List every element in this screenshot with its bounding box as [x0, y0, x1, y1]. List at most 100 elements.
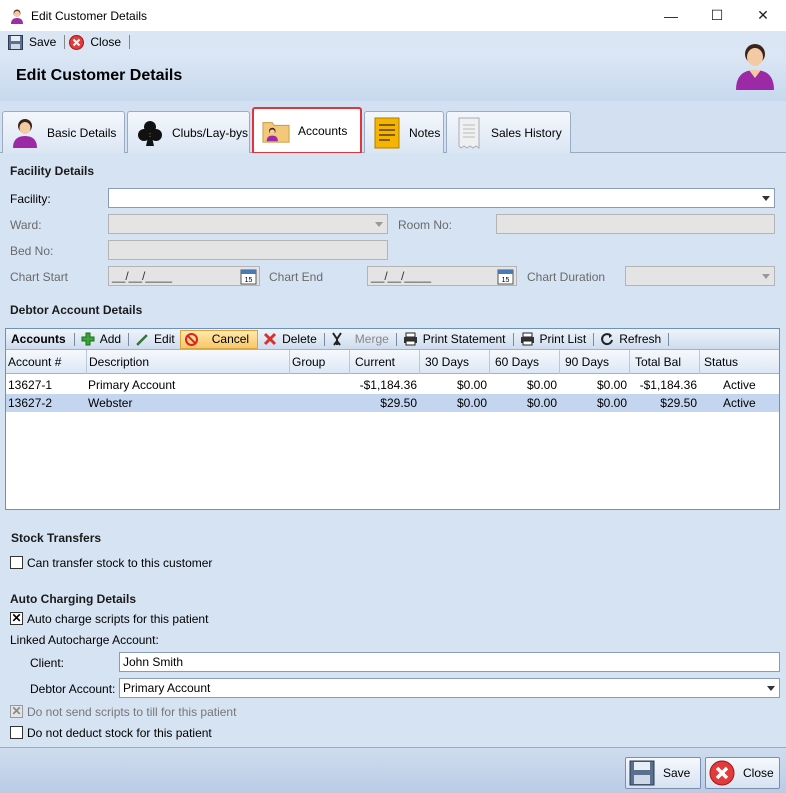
footer-close-button[interactable]: Close: [705, 757, 780, 789]
chart-end-date-field[interactable]: __/__/____ 15: [367, 266, 517, 286]
description-cell: Webster: [88, 396, 133, 410]
add-account-button[interactable]: Add: [77, 330, 125, 349]
account-number-cell: 13627-1: [8, 378, 53, 392]
toolbar-close-button[interactable]: Close: [69, 32, 121, 52]
person-icon: [11, 118, 39, 148]
accounts-folder-icon: [262, 116, 290, 146]
toolbar-separator: [512, 332, 514, 346]
window-close-button[interactable]: ✕: [740, 0, 786, 31]
column-header[interactable]: 30 Days: [420, 350, 490, 374]
maximize-button[interactable]: ☐: [694, 0, 740, 31]
print-statement-button[interactable]: Print Statement: [399, 330, 510, 349]
tab-strip: Basic Details Clubs/Lay-bys Accounts Not…: [0, 101, 786, 154]
ward-label: Ward:: [10, 218, 42, 232]
close-circle-icon: [69, 34, 85, 50]
column-header[interactable]: Current: [350, 350, 420, 374]
description-cell: Primary Account: [88, 378, 176, 392]
debtor-account-value: Primary Account: [123, 681, 211, 695]
bed-no-field[interactable]: [108, 240, 388, 260]
tab-sales-history[interactable]: Sales History: [446, 111, 571, 153]
delete-account-button[interactable]: Delete: [259, 330, 321, 349]
account-number-cell: 13627-2: [8, 396, 53, 410]
column-header[interactable]: Description: [87, 350, 290, 374]
plus-icon: [81, 332, 95, 346]
column-header[interactable]: 90 Days: [560, 350, 630, 374]
client-value: John Smith: [123, 655, 184, 669]
client-label: Client:: [30, 656, 65, 670]
merge-label: Merge: [354, 332, 389, 346]
column-header[interactable]: Status: [700, 350, 779, 374]
total-balance-cell: -$1,184.36: [639, 378, 697, 392]
calendar-icon: 15: [240, 269, 257, 285]
toolbar-separator: [128, 332, 130, 346]
current-cell: $29.50: [380, 396, 417, 410]
footer-save-button[interactable]: Save: [625, 757, 701, 789]
tab-notes[interactable]: Notes: [364, 111, 444, 153]
current-cell: -$1,184.36: [359, 378, 417, 392]
chart-duration-dropdown[interactable]: [625, 266, 775, 286]
no-send-scripts-checkbox[interactable]: ✕: [10, 705, 23, 718]
column-header[interactable]: Group: [290, 350, 350, 374]
can-transfer-label: Can transfer stock to this customer: [27, 556, 213, 570]
chart-start-date-field[interactable]: __/__/____ 15: [108, 266, 260, 286]
can-transfer-checkbox[interactable]: [10, 556, 23, 569]
print-list-button[interactable]: Print List: [516, 330, 591, 349]
days-30-cell: $0.00: [456, 396, 487, 410]
column-header[interactable]: 60 Days: [490, 350, 560, 374]
chart-duration-label: Chart Duration: [527, 270, 606, 284]
tab-label: Basic Details: [47, 125, 117, 140]
notes-icon: [373, 117, 401, 148]
top-toolbar: Save Close: [0, 31, 786, 53]
client-field[interactable]: John Smith: [119, 652, 780, 672]
toolbar-save-label: Save: [29, 35, 57, 49]
column-header[interactable]: Total Bal: [630, 350, 700, 374]
debtor-section-title: Debtor Account Details: [10, 303, 143, 317]
print-statement-label: Print Statement: [422, 332, 506, 346]
cancel-edit-button[interactable]: Cancel: [179, 329, 259, 349]
accounts-grid-toolbar: Accounts Add Edit Cancel Delete Merge Pr…: [6, 329, 779, 350]
table-row-selected[interactable]: 13627-2 Webster $29.50 $0.00 $0.00 $0.00…: [6, 394, 779, 412]
add-label: Add: [99, 332, 122, 346]
linked-account-label: Linked Autocharge Account:: [10, 633, 159, 647]
cancel-label: Cancel: [211, 332, 250, 346]
debtor-account-dropdown[interactable]: Primary Account: [119, 678, 780, 698]
merge-icon: [331, 332, 342, 346]
room-no-field[interactable]: [496, 214, 775, 234]
floppy-disk-icon: [8, 34, 23, 50]
receipt-icon: [455, 117, 483, 149]
column-header[interactable]: Account #: [6, 350, 87, 374]
edit-account-button[interactable]: Edit: [131, 330, 179, 349]
minimize-button[interactable]: —: [648, 0, 694, 31]
table-row[interactable]: 13627-1 Primary Account -$1,184.36 $0.00…: [6, 376, 779, 394]
auto-charge-checkbox[interactable]: ✕: [10, 612, 23, 625]
days-90-cell: $0.00: [596, 396, 627, 410]
accounts-grid-title: Accounts: [11, 332, 66, 346]
autocharge-section-title: Auto Charging Details: [10, 592, 137, 606]
ward-dropdown[interactable]: [108, 214, 388, 234]
tab-accounts[interactable]: Accounts: [252, 107, 362, 154]
chevron-down-icon: [762, 196, 770, 201]
tab-basic-details[interactable]: Basic Details: [2, 111, 125, 153]
auto-charge-label: Auto charge scripts for this patient: [27, 612, 209, 626]
footer-bar: Save Close: [0, 747, 786, 793]
chart-end-label: Chart End: [269, 270, 324, 284]
club-icon: [136, 118, 164, 148]
refresh-button[interactable]: Refresh: [596, 330, 665, 349]
days-90-cell: $0.00: [596, 378, 627, 392]
tab-label: Notes: [409, 125, 441, 140]
tab-clubs-laybys[interactable]: Clubs/Lay-bys: [127, 111, 250, 153]
facility-label: Facility:: [10, 192, 51, 206]
stock-section-title: Stock Transfers: [11, 531, 102, 545]
no-deduct-stock-checkbox[interactable]: [10, 726, 23, 739]
toolbar-separator: [593, 332, 595, 346]
merge-account-button[interactable]: Merge: [327, 330, 393, 349]
days-60-cell: $0.00: [526, 396, 557, 410]
window-title: Edit Customer Details: [31, 8, 148, 23]
chevron-down-icon: [767, 686, 775, 691]
chart-end-value: __/__/____: [371, 269, 432, 283]
room-label: Room No:: [398, 218, 453, 232]
total-balance-cell: $29.50: [660, 396, 697, 410]
toolbar-save-button[interactable]: Save: [8, 32, 56, 52]
facility-dropdown[interactable]: [108, 188, 775, 208]
floppy-disk-icon: [629, 760, 655, 786]
